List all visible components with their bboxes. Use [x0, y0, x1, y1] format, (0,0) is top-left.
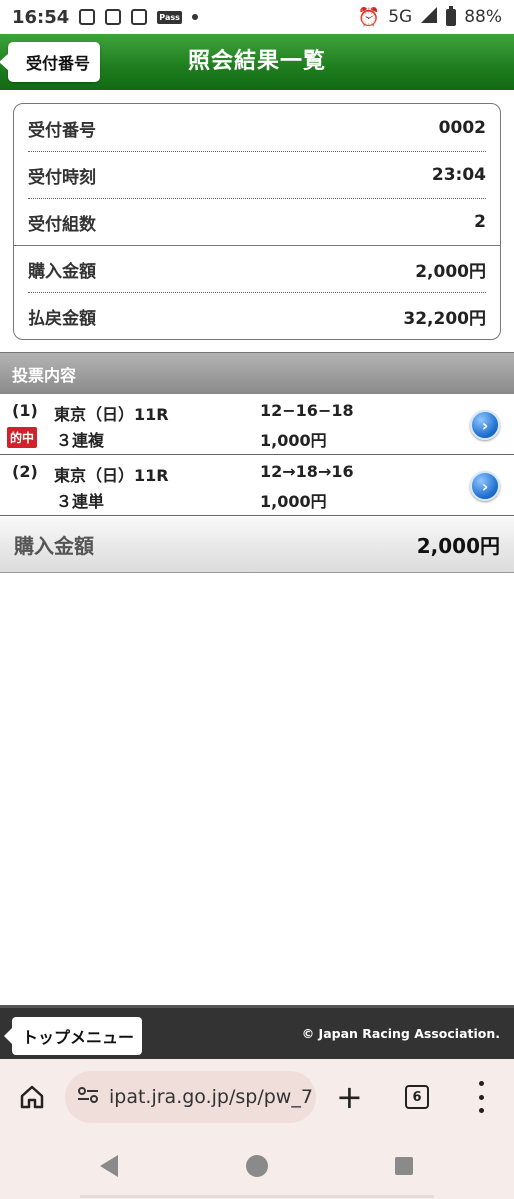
status-bar: 16:54 Pass ⏰ 5G 88%	[0, 0, 514, 34]
summary-box: 受付番号 0002 受付時刻 23:04 受付組数 2 購入金額 2,000円 …	[13, 103, 501, 340]
tab-count[interactable]: 6	[405, 1085, 429, 1109]
summary-value: 2,000円	[415, 261, 486, 282]
bet-combination: 12→18→16	[260, 462, 354, 481]
copyright-text: © Japan Racing Association.	[301, 1026, 500, 1041]
summary-label: 購入金額	[28, 261, 96, 282]
hit-badge: 的中	[7, 427, 38, 448]
nav-recents-icon[interactable]	[395, 1157, 413, 1175]
app-notification-icon	[105, 9, 122, 25]
page-header: 受付番号 照会結果一覧	[0, 34, 514, 90]
bet-venue: 東京（日）11R	[54, 466, 169, 485]
battery-icon	[446, 5, 457, 26]
summary-label: 受付組数	[28, 214, 96, 235]
system-nav-bar	[0, 1139, 514, 1199]
bet-number: (1)	[12, 401, 38, 420]
home-icon[interactable]	[18, 1083, 46, 1111]
summary-row-set-count: 受付組数 2	[28, 199, 486, 245]
summary-row-receipt-number: 受付番号 0002	[28, 105, 486, 151]
chevron-right-icon[interactable]: ›	[470, 410, 500, 440]
bet-combination: 12−16−18	[260, 401, 354, 420]
gesture-handle	[80, 1195, 434, 1198]
bet-number: (2)	[12, 462, 38, 481]
total-value: 2,000円	[416, 534, 500, 558]
summary-value: 0002	[438, 118, 486, 138]
bet-row[interactable]: (2) 東京（日）11R ３連単 12→18→16 1,000円 ›	[0, 456, 514, 516]
total-label: 購入金額	[14, 534, 94, 558]
address-bar[interactable]: ipat.jra.go.jp/sp/pw_7	[65, 1071, 316, 1123]
pass-icon: Pass	[157, 10, 182, 24]
signal-icon	[420, 6, 438, 29]
bet-type: ３連単	[56, 492, 105, 511]
summary-label: 払戻金額	[28, 308, 96, 329]
nav-home-icon[interactable]	[246, 1155, 268, 1177]
more-options-icon[interactable]	[476, 1081, 486, 1113]
bet-type: ３連複	[56, 431, 105, 450]
bet-amount: 1,000円	[260, 492, 327, 511]
instagram-icon	[79, 9, 96, 25]
total-row: 購入金額 2,000円	[0, 517, 514, 573]
alarm-icon: ⏰	[357, 6, 381, 28]
summary-label: 受付時刻	[28, 167, 96, 188]
summary-row-payout-amount: 払戻金額 32,200円	[28, 293, 486, 339]
notification-dot-icon	[191, 14, 198, 20]
status-time: 16:54	[12, 6, 70, 28]
summary-value: 32,200円	[403, 308, 486, 329]
news-icon	[131, 9, 148, 25]
battery-percent: 88%	[464, 7, 502, 27]
section-header-bets: 投票内容	[0, 352, 514, 394]
summary-label: 受付番号	[28, 120, 96, 141]
url-text: ipat.jra.go.jp/sp/pw_7	[109, 1086, 313, 1108]
chevron-right-icon[interactable]: ›	[470, 471, 500, 501]
bet-venue: 東京（日）11R	[54, 405, 169, 424]
bet-amount: 1,000円	[260, 431, 327, 450]
browser-toolbar: ipat.jra.go.jp/sp/pw_7 + 6	[0, 1059, 514, 1139]
new-tab-icon[interactable]: +	[336, 1077, 363, 1117]
summary-value: 23:04	[431, 165, 486, 185]
summary-row-purchase-amount: 購入金額 2,000円	[28, 246, 486, 292]
summary-row-receipt-time: 受付時刻 23:04	[28, 152, 486, 198]
nav-back-icon[interactable]	[100, 1155, 118, 1177]
bet-row[interactable]: (1) 東京（日）11R 的中 ３連複 12−16−18 1,000円 ›	[0, 395, 514, 455]
top-menu-button[interactable]: トップメニュー	[3, 1017, 143, 1055]
network-label: 5G	[388, 7, 413, 27]
site-settings-icon[interactable]	[77, 1086, 99, 1109]
page-footer: トップメニュー © Japan Racing Association.	[0, 1005, 514, 1059]
page-title: 照会結果一覧	[187, 49, 326, 74]
summary-value: 2	[474, 212, 486, 232]
